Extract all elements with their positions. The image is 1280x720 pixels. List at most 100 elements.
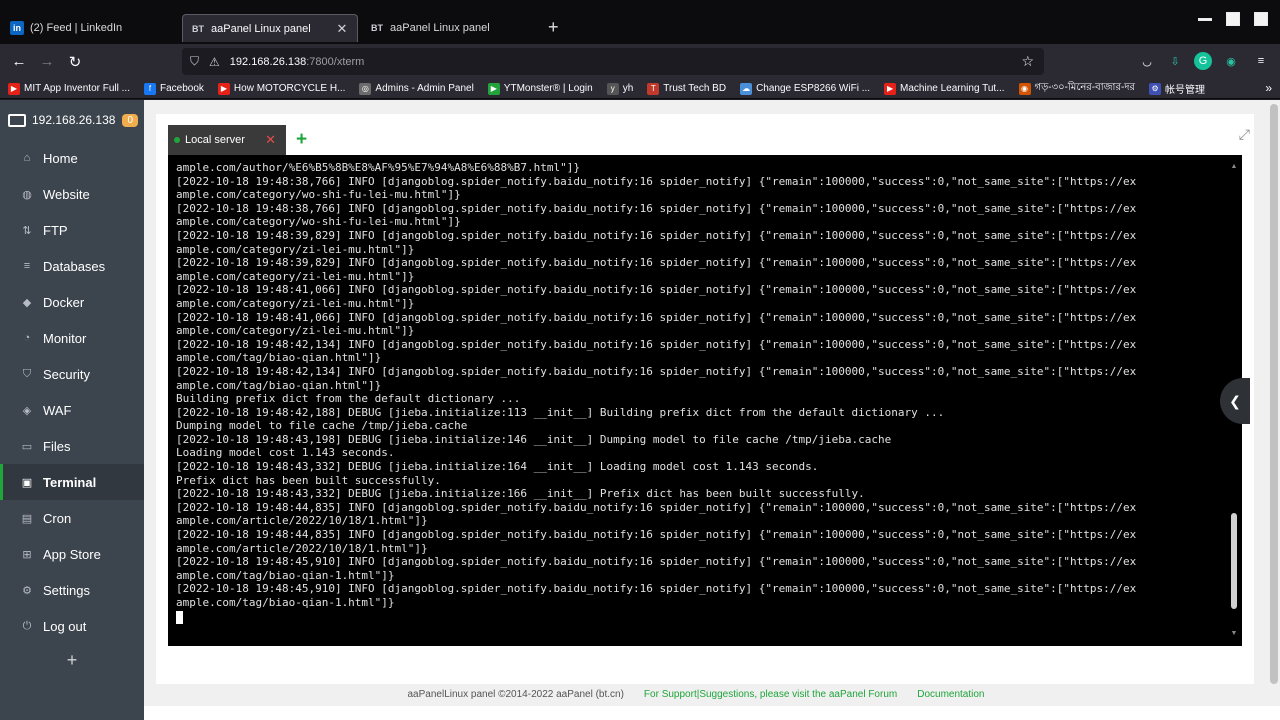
bookmarks-bar: ▶ MIT App Inventor Full ... f Facebook ▶ How … [0,79,1280,99]
close-tab-icon[interactable]: ✕ [335,21,349,37]
terminal-panel: Local server ✕ + ⤢ ample.com/author/%E6%… [156,114,1254,684]
add-terminal-button[interactable]: + [296,125,307,155]
forward-icon[interactable]: → [33,48,61,76]
sidebar-add-button[interactable]: + [0,644,144,676]
bookmark-star-icon[interactable]: ☆ [1021,53,1034,70]
sidebar-item-settings[interactable]: ⚙ Settings [0,572,144,608]
terminal-line: ample.com/author/%E6%B5%8B%E8%AF%95%E7%9… [176,161,580,174]
terminal-scroll-thumb[interactable] [1231,513,1237,609]
bookmark-label: 帐号管理 [1165,85,1206,96]
terminal-line: ample.com/category/zi-lei-mu.html"]} [176,242,415,256]
terminal-cursor [176,610,183,624]
scroll-up-icon[interactable]: ▲ [1230,163,1238,170]
reload-icon[interactable]: ↻ [61,48,89,76]
sidebar-item-label: App Store [43,546,101,562]
sidebar-item-ftp[interactable]: ⇅ FTP [0,212,144,248]
terminal-line: [2022-10-18 19:48:38,766] INFO [djangobl… [176,174,1137,188]
bookmark-item[interactable]: ◉ গড়-৩০-মিনের-বাজার-দর [1018,80,1135,97]
back-icon[interactable]: ← [5,48,33,76]
sidebar-item-label: Home [43,150,78,166]
sidebar-item-label: Settings [43,582,90,598]
sidebar-item-cron[interactable]: ▤ Cron [0,500,144,536]
sidebar-item-label: Monitor [43,330,87,346]
bookmark-item[interactable]: ☁ Change ESP8266 WiFi ... [740,82,871,95]
bottom-strip [144,706,1280,720]
bookmark-label: Trust Tech BD [663,83,727,94]
footer-support-link[interactable]: For Support|Suggestions, please visit th… [644,689,897,700]
bookmark-label: Change ESP8266 WiFi ... [756,83,871,94]
close-window-icon[interactable] [1254,12,1268,26]
notification-badge[interactable]: 0 [122,113,138,127]
sidebar-item-label: Cron [43,510,72,526]
terminal-line: ample.com/article/2022/10/18/1.html"]} [176,541,428,555]
sidebar-item-label: Terminal [43,474,97,490]
minimize-icon[interactable] [1198,18,1212,21]
bookmark-item[interactable]: ◎ Admins - Admin Panel [359,82,474,95]
shield-icon[interactable]: ⛉ [190,54,199,69]
browser-tab-aapanel[interactable]: BT aaPanel Linux panel [362,14,538,42]
bookmarks-overflow-icon[interactable]: » [1265,81,1272,95]
sidebar-item-monitor[interactable]: ◔ Monitor [0,320,144,356]
docker-icon: ◆ [22,296,32,309]
page-scrollbar[interactable] [1268,100,1280,720]
screen: in (2) Feed | LinkedIn BT aaPanel Linux … [0,0,1280,720]
fullscreen-icon[interactable]: ⤢ [1239,126,1250,143]
sidebar-item-terminal[interactable]: ▣ Terminal [0,464,144,500]
bookmark-label: How MOTORCYCLE H... [233,83,346,94]
sidebar-item-waf[interactable]: ◈ WAF [0,392,144,428]
bookmark-item[interactable]: ▶ How MOTORCYCLE H... [217,82,346,95]
sidebar-item-label: Databases [43,258,106,274]
menu-icon[interactable]: ≡ [1252,52,1270,70]
sidebar-item-home[interactable]: ⌂ Home [0,140,144,176]
address-bar[interactable]: ⛉ ⚠ 192.168.26.138:7800/xterm ☆ [182,48,1044,75]
scroll-down-icon[interactable]: ▼ [1230,630,1238,637]
bookmark-item[interactable]: ▶ Machine Learning Tut... [884,82,1005,95]
extension-icon[interactable]: ◉ [1222,52,1240,70]
terminal-line: [2022-10-18 19:48:42,134] INFO [djangobl… [176,364,1137,378]
terminal-tabs: Local server ✕ + [168,125,1242,155]
sidebar-item-website[interactable]: ◍ Website [0,176,144,212]
browser-tab-aapanel-active[interactable]: BT aaPanel Linux panel ✕ [182,14,358,42]
sidebar-item-databases[interactable]: ≡ Databases [0,248,144,284]
app-store-icon: ⊞ [22,548,32,561]
download-icon[interactable]: ⇩ [1166,52,1184,70]
terminal-screen[interactable]: ample.com/author/%E6%B5%8B%E8%AF%95%E7%9… [168,155,1242,646]
terminal-line: Building prefix dict from the default di… [176,392,521,406]
maximize-icon[interactable] [1226,12,1240,26]
settings-icon: ⚙ [22,584,32,597]
terminal-line: ample.com/tag/biao-qian.html"]} [176,351,382,365]
sidebar-item-docker[interactable]: ◆ Docker [0,284,144,320]
bookmark-item[interactable]: T Trust Tech BD [647,82,727,95]
grammarly-icon[interactable]: G [1194,52,1212,70]
lock-warning-icon[interactable]: ⚠ [209,55,220,69]
chevron-left-icon: ❮ [1229,392,1241,409]
bookmark-favicon-icon: ▶ [487,82,500,95]
terminal-line: [2022-10-18 19:48:41,066] INFO [djangobl… [176,283,1137,297]
bookmark-favicon-icon: ⚙ [1149,82,1162,95]
terminal-tab-local-server[interactable]: Local server ✕ [168,125,286,155]
sidebar-item-log-out[interactable]: ⏻ Log out [0,608,144,644]
sidebar-item-security[interactable]: ⛉ Security [0,356,144,392]
close-terminal-icon[interactable]: ✕ [265,132,276,148]
new-tab-button[interactable]: + [548,18,559,36]
bookmark-item[interactable]: y yh [606,82,634,95]
page-scroll-thumb[interactable] [1270,104,1278,684]
bookmark-label: yh [622,83,634,94]
footer-docs-link[interactable]: Documentation [917,689,984,700]
cron-icon: ▤ [21,512,33,525]
terminal-icon: ▣ [21,476,33,489]
pocket-icon[interactable]: ◡ [1138,52,1156,70]
databases-icon: ≡ [23,260,31,272]
main-content: Local server ✕ + ⤢ ample.com/author/%E6%… [144,100,1268,720]
sidebar-item-files[interactable]: ▭ Files [0,428,144,464]
terminal-line: ample.com/tag/biao-qian.html"]} [176,378,382,392]
sidebar-item-app-store[interactable]: ⊞ App Store [0,536,144,572]
bookmark-item[interactable]: f Facebook [143,82,204,95]
footer-copyright: aaPanelLinux panel ©2014-2022 aaPanel (b… [407,688,624,700]
bookmark-favicon-icon: T [647,82,660,95]
bookmark-item[interactable]: ▶ YTMonster® | Login [487,82,593,95]
bookmark-item[interactable]: ⚙ 帐号管理 [1149,81,1205,96]
bookmark-item[interactable]: ▶ MIT App Inventor Full ... [8,82,130,95]
url-path: :7800/xterm [306,55,365,68]
browser-tab-linkedin[interactable]: in (2) Feed | LinkedIn [2,14,180,42]
